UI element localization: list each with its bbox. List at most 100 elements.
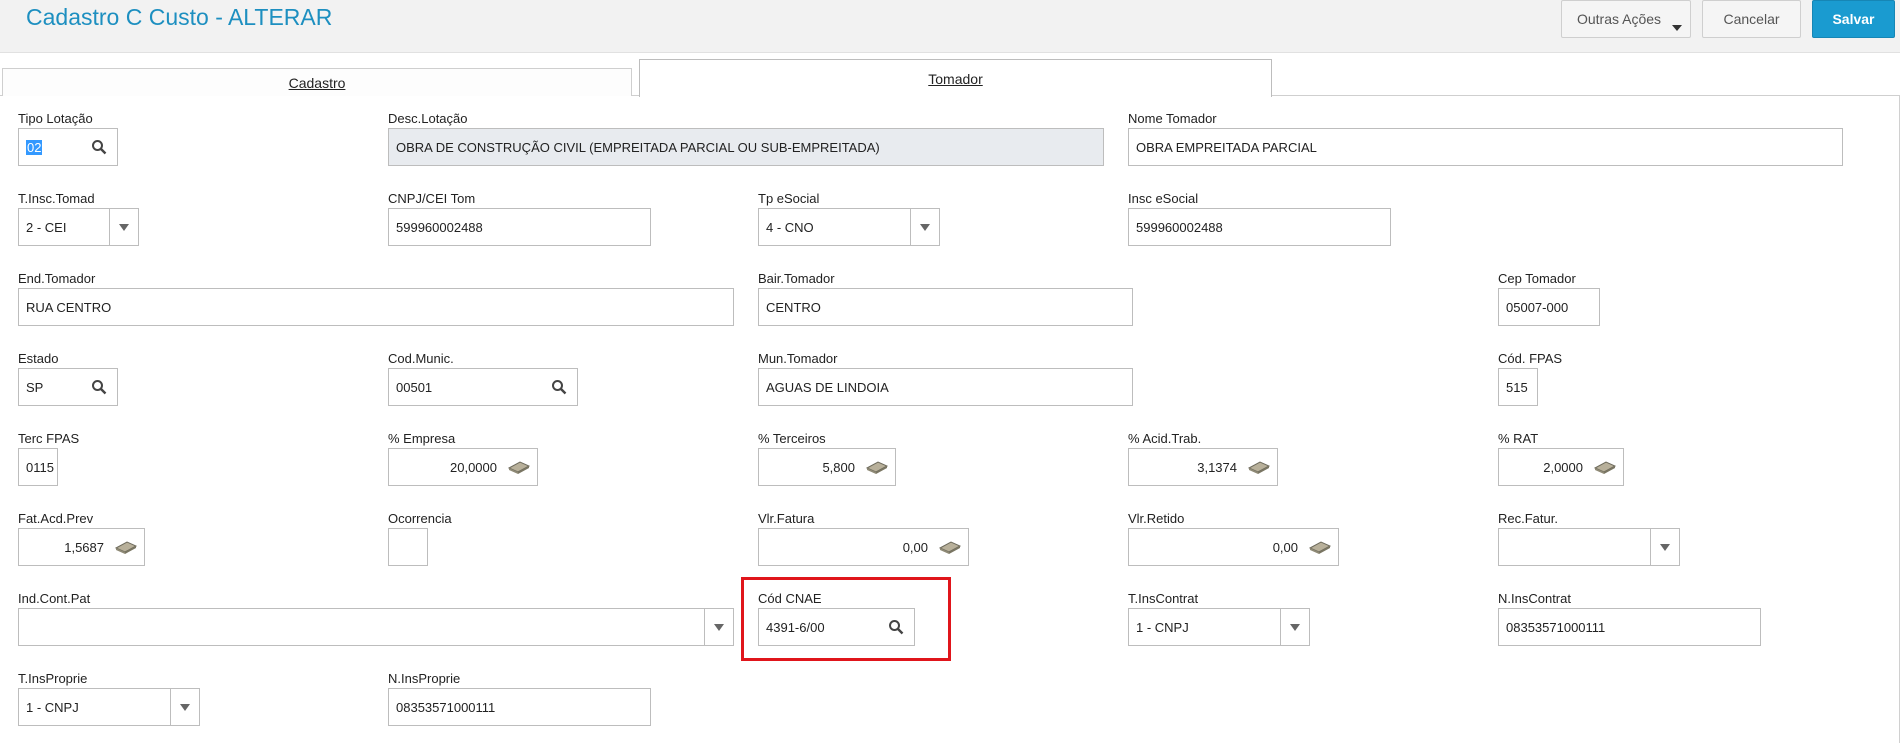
insc-esocial-value: 599960002488	[1136, 219, 1223, 235]
ind-cont-pat-label: Ind.Cont.Pat	[18, 591, 91, 606]
end-tomador-input[interactable]: RUA CENTRO	[18, 288, 734, 326]
t-insc-tomad-select[interactable]: 2 - CEI	[18, 208, 139, 246]
pct-empresa-value: 20,0000	[450, 459, 497, 475]
chevron-down-icon[interactable]	[704, 609, 733, 645]
chevron-down-icon[interactable]	[910, 209, 939, 245]
estado-label: Estado	[18, 351, 59, 366]
calculator-icon[interactable]	[1302, 529, 1338, 565]
cancel-label: Cancelar	[1723, 11, 1780, 27]
pct-acid-trab-value: 3,1374	[1197, 459, 1237, 475]
tp-esocial-value: 4 - CNO	[766, 219, 814, 235]
calculator-icon[interactable]	[1241, 449, 1277, 485]
ocorrencia-label: Ocorrencia	[388, 511, 452, 526]
t-insproprie-value: 1 - CNPJ	[26, 699, 79, 715]
desc-lotacao-value: OBRA DE CONSTRUÇÃO CIVIL (EMPREITADA PAR…	[396, 139, 880, 155]
calculator-icon[interactable]	[859, 449, 895, 485]
vlr-fatura-input[interactable]: 0,00	[758, 528, 969, 566]
insc-esocial-input[interactable]: 599960002488	[1128, 208, 1391, 246]
t-insc-tomad-label: T.Insc.Tomad	[18, 191, 95, 206]
calculator-icon[interactable]	[501, 449, 537, 485]
pct-empresa-input[interactable]: 20,0000	[388, 448, 538, 486]
cod-fpas-value: 515	[1506, 379, 1528, 395]
mun-tomador-value: AGUAS DE LINDOIA	[766, 379, 889, 395]
mun-tomador-input[interactable]: AGUAS DE LINDOIA	[758, 368, 1133, 406]
n-insproprie-value: 08353571000111	[396, 699, 496, 715]
chevron-down-icon[interactable]	[1650, 529, 1679, 565]
pct-rat-value: 2,0000	[1543, 459, 1583, 475]
search-icon[interactable]	[81, 369, 117, 405]
vlr-fatura-label: Vlr.Fatura	[758, 511, 815, 526]
tp-esocial-select[interactable]: 4 - CNO	[758, 208, 940, 246]
n-inscontrat-value: 08353571000111	[1506, 619, 1606, 635]
n-insproprie-label: N.InsProprie	[388, 671, 461, 686]
tipo-lotacao-label: Tipo Lotação	[18, 111, 93, 126]
end-tomador-label: End.Tomador	[18, 271, 96, 286]
chevron-down-icon[interactable]	[1280, 609, 1309, 645]
cancel-button[interactable]: Cancelar	[1702, 0, 1801, 38]
cod-munic-input[interactable]: 00501	[388, 368, 578, 406]
nome-tomador-label: Nome Tomador	[1128, 111, 1217, 126]
estado-input[interactable]: SP	[18, 368, 118, 406]
cod-cnae-label: Cód CNAE	[758, 591, 822, 606]
search-icon[interactable]	[81, 129, 117, 165]
ocorrencia-input[interactable]	[388, 528, 428, 566]
tab-cadastro[interactable]: Cadastro	[2, 68, 632, 96]
outras-acoes-button[interactable]: Outras Ações	[1561, 0, 1691, 38]
terc-fpas-label: Terc FPAS	[18, 431, 80, 446]
t-inscontrat-value: 1 - CNPJ	[1136, 619, 1189, 635]
pct-acid-trab-label: % Acid.Trab.	[1128, 431, 1202, 446]
search-icon[interactable]	[541, 369, 577, 405]
rec-fatur-select[interactable]	[1498, 528, 1680, 566]
n-insproprie-input[interactable]: 08353571000111	[388, 688, 651, 726]
ind-cont-pat-select[interactable]	[18, 608, 734, 646]
cod-cnae-value: 4391-6/00	[766, 619, 825, 635]
cod-cnae-input[interactable]: 4391-6/00	[758, 608, 915, 646]
pct-terceiros-value: 5,800	[822, 459, 855, 475]
tipo-lotacao-input[interactable]: 02	[18, 128, 118, 166]
rec-fatur-label: Rec.Fatur.	[1498, 511, 1558, 526]
end-tomador-value: RUA CENTRO	[26, 299, 112, 315]
nome-tomador-value: OBRA EMPREITADA PARCIAL	[1136, 139, 1317, 155]
vlr-retido-input[interactable]: 0,00	[1128, 528, 1339, 566]
page-header: Cadastro C Custo - ALTERAR Outras Ações …	[0, 0, 1900, 53]
search-icon[interactable]	[878, 609, 914, 645]
save-button[interactable]: Salvar	[1812, 0, 1895, 38]
calculator-icon[interactable]	[1587, 449, 1623, 485]
n-inscontrat-input[interactable]: 08353571000111	[1498, 608, 1761, 646]
chevron-down-icon	[1672, 25, 1682, 31]
chevron-down-icon[interactable]	[170, 689, 199, 725]
tab-tomador-label: Tomador	[928, 70, 983, 87]
cnpj-cei-tom-value: 599960002488	[396, 219, 483, 235]
chevron-down-icon[interactable]	[109, 209, 138, 245]
mun-tomador-label: Mun.Tomador	[758, 351, 838, 366]
terc-fpas-value: 0115	[26, 459, 54, 475]
terc-fpas-input[interactable]: 0115	[18, 448, 58, 486]
calculator-icon[interactable]	[932, 529, 968, 565]
pct-empresa-label: % Empresa	[388, 431, 456, 446]
n-inscontrat-label: N.InsContrat	[1498, 591, 1571, 606]
nome-tomador-input[interactable]: OBRA EMPREITADA PARCIAL	[1128, 128, 1843, 166]
cep-tomador-input[interactable]: 05007-000	[1498, 288, 1600, 326]
pct-terceiros-input[interactable]: 5,800	[758, 448, 896, 486]
vlr-retido-label: Vlr.Retido	[1128, 511, 1185, 526]
outras-acoes-label: Outras Ações	[1576, 11, 1662, 27]
fat-acd-prev-label: Fat.Acd.Prev	[18, 511, 94, 526]
cod-fpas-input[interactable]: 515	[1498, 368, 1538, 406]
cep-tomador-label: Cep Tomador	[1498, 271, 1576, 286]
pct-acid-trab-input[interactable]: 3,1374	[1128, 448, 1278, 486]
cod-munic-label: Cod.Munic.	[388, 351, 454, 366]
calculator-icon[interactable]	[108, 529, 144, 565]
t-insproprie-select[interactable]: 1 - CNPJ	[18, 688, 200, 726]
tab-tomador[interactable]: Tomador	[639, 59, 1272, 97]
cod-munic-value: 00501	[396, 379, 433, 395]
save-label: Salvar	[1832, 11, 1875, 27]
t-inscontrat-select[interactable]: 1 - CNPJ	[1128, 608, 1310, 646]
bair-tomador-input[interactable]: CENTRO	[758, 288, 1133, 326]
cep-tomador-value: 05007-000	[1506, 299, 1569, 315]
desc-lotacao-field: OBRA DE CONSTRUÇÃO CIVIL (EMPREITADA PAR…	[388, 128, 1104, 166]
tipo-lotacao-value: 02	[26, 139, 43, 155]
pct-rat-input[interactable]: 2,0000	[1498, 448, 1624, 486]
cnpj-cei-tom-input[interactable]: 599960002488	[388, 208, 651, 246]
bair-tomador-value: CENTRO	[766, 299, 821, 315]
fat-acd-prev-input[interactable]: 1,5687	[18, 528, 145, 566]
